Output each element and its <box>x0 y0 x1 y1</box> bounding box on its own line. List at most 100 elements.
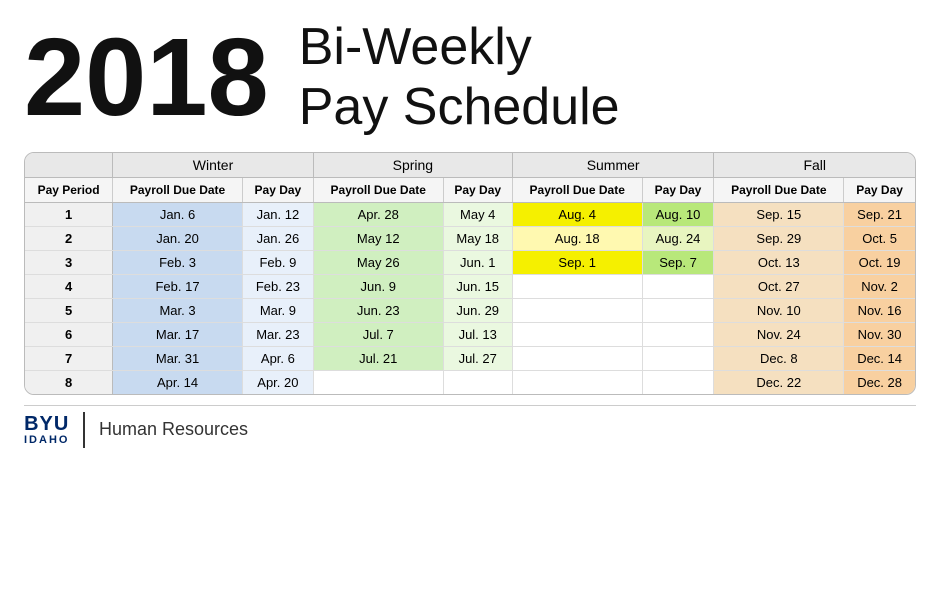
cell-summer-due <box>512 274 642 298</box>
cell-fall-pay: Oct. 5 <box>844 226 915 250</box>
cell-fall-due: Dec. 8 <box>714 346 844 370</box>
cell-spring-due: Jul. 7 <box>313 322 443 346</box>
cell-period: 8 <box>25 370 113 394</box>
cell-summer-due: Aug. 18 <box>512 226 642 250</box>
cell-period: 7 <box>25 346 113 370</box>
cell-winter-due: Jan. 20 <box>113 226 243 250</box>
empty-corner <box>25 153 113 178</box>
cell-winter-pay: Mar. 9 <box>242 298 313 322</box>
page-header: 2018 Bi-Weekly Pay Schedule <box>24 18 916 138</box>
cell-winter-due: Mar. 31 <box>113 346 243 370</box>
cell-winter-pay: Jan. 26 <box>242 226 313 250</box>
cell-spring-due: Jul. 21 <box>313 346 443 370</box>
col-winter-pay: Pay Day <box>242 177 313 202</box>
col-pay-period: Pay Period <box>25 177 113 202</box>
cell-fall-due: Oct. 27 <box>714 274 844 298</box>
cell-period: 5 <box>25 298 113 322</box>
cell-spring-pay: May 18 <box>443 226 512 250</box>
schedule-table-wrap: Winter Spring Summer Fall Pay Period Pay… <box>24 152 916 395</box>
schedule-title: Bi-Weekly Pay Schedule <box>299 18 620 138</box>
cell-winter-pay: Apr. 6 <box>242 346 313 370</box>
cell-winter-due: Apr. 14 <box>113 370 243 394</box>
cell-period: 2 <box>25 226 113 250</box>
page-footer: BYU IDAHO Human Resources <box>24 405 916 448</box>
season-header-row: Winter Spring Summer Fall <box>25 153 915 178</box>
cell-summer-due <box>512 346 642 370</box>
year: 2018 <box>24 23 269 133</box>
cell-summer-pay: Aug. 10 <box>642 202 714 226</box>
cell-summer-due: Aug. 4 <box>512 202 642 226</box>
cell-fall-pay: Nov. 16 <box>844 298 915 322</box>
cell-summer-pay: Sep. 7 <box>642 250 714 274</box>
hr-label: Human Resources <box>99 419 248 440</box>
cell-spring-pay: Jun. 15 <box>443 274 512 298</box>
cell-summer-pay <box>642 274 714 298</box>
cell-fall-pay: Oct. 19 <box>844 250 915 274</box>
cell-fall-pay: Dec. 28 <box>844 370 915 394</box>
cell-fall-due: Nov. 10 <box>714 298 844 322</box>
cell-summer-due <box>512 370 642 394</box>
col-spring-due: Payroll Due Date <box>313 177 443 202</box>
cell-summer-pay: Aug. 24 <box>642 226 714 250</box>
cell-spring-pay: May 4 <box>443 202 512 226</box>
cell-fall-due: Sep. 15 <box>714 202 844 226</box>
cell-summer-due <box>512 298 642 322</box>
cell-period: 4 <box>25 274 113 298</box>
col-summer-pay: Pay Day <box>642 177 714 202</box>
cell-winter-due: Feb. 17 <box>113 274 243 298</box>
cell-summer-pay <box>642 346 714 370</box>
cell-winter-due: Mar. 3 <box>113 298 243 322</box>
col-spring-pay: Pay Day <box>443 177 512 202</box>
cell-summer-pay <box>642 298 714 322</box>
season-summer: Summer <box>512 153 714 178</box>
cell-spring-due: Jun. 9 <box>313 274 443 298</box>
cell-fall-due: Dec. 22 <box>714 370 844 394</box>
cell-fall-due: Oct. 13 <box>714 250 844 274</box>
byu-text: BYU <box>24 414 69 434</box>
cell-fall-pay: Sep. 21 <box>844 202 915 226</box>
table-row: 3 Feb. 3 Feb. 9 May 26 Jun. 1 Sep. 1 Sep… <box>25 250 915 274</box>
cell-spring-pay: Jul. 13 <box>443 322 512 346</box>
cell-fall-pay: Nov. 30 <box>844 322 915 346</box>
cell-fall-due: Nov. 24 <box>714 322 844 346</box>
season-winter: Winter <box>113 153 314 178</box>
cell-winter-due: Jan. 6 <box>113 202 243 226</box>
cell-winter-pay: Feb. 9 <box>242 250 313 274</box>
cell-fall-due: Sep. 29 <box>714 226 844 250</box>
cell-spring-due: Apr. 28 <box>313 202 443 226</box>
table-row: 5 Mar. 3 Mar. 9 Jun. 23 Jun. 29 Nov. 10 … <box>25 298 915 322</box>
col-fall-due: Payroll Due Date <box>714 177 844 202</box>
cell-winter-pay: Mar. 23 <box>242 322 313 346</box>
idaho-text: IDAHO <box>24 434 69 446</box>
cell-fall-pay: Nov. 2 <box>844 274 915 298</box>
table-row: 6 Mar. 17 Mar. 23 Jul. 7 Jul. 13 Nov. 24… <box>25 322 915 346</box>
cell-spring-due: May 26 <box>313 250 443 274</box>
cell-spring-pay: Jul. 27 <box>443 346 512 370</box>
season-fall: Fall <box>714 153 915 178</box>
col-winter-due: Payroll Due Date <box>113 177 243 202</box>
cell-spring-pay: Jun. 29 <box>443 298 512 322</box>
season-spring: Spring <box>313 153 512 178</box>
footer-divider <box>83 412 85 448</box>
cell-spring-due: May 12 <box>313 226 443 250</box>
col-summer-due: Payroll Due Date <box>512 177 642 202</box>
col-fall-pay: Pay Day <box>844 177 915 202</box>
cell-winter-pay: Jan. 12 <box>242 202 313 226</box>
table-row: 2 Jan. 20 Jan. 26 May 12 May 18 Aug. 18 … <box>25 226 915 250</box>
cell-winter-pay: Feb. 23 <box>242 274 313 298</box>
cell-summer-pay <box>642 370 714 394</box>
cell-period: 6 <box>25 322 113 346</box>
cell-winter-due: Mar. 17 <box>113 322 243 346</box>
schedule-table: Winter Spring Summer Fall Pay Period Pay… <box>25 153 915 394</box>
cell-summer-due <box>512 322 642 346</box>
cell-period: 3 <box>25 250 113 274</box>
cell-winter-pay: Apr. 20 <box>242 370 313 394</box>
cell-fall-pay: Dec. 14 <box>844 346 915 370</box>
cell-spring-due: Jun. 23 <box>313 298 443 322</box>
cell-summer-pay <box>642 322 714 346</box>
cell-spring-pay: Jun. 1 <box>443 250 512 274</box>
table-row: 4 Feb. 17 Feb. 23 Jun. 9 Jun. 15 Oct. 27… <box>25 274 915 298</box>
table-row: 7 Mar. 31 Apr. 6 Jul. 21 Jul. 27 Dec. 8 … <box>25 346 915 370</box>
col-header-row: Pay Period Payroll Due Date Pay Day Payr… <box>25 177 915 202</box>
cell-spring-due <box>313 370 443 394</box>
